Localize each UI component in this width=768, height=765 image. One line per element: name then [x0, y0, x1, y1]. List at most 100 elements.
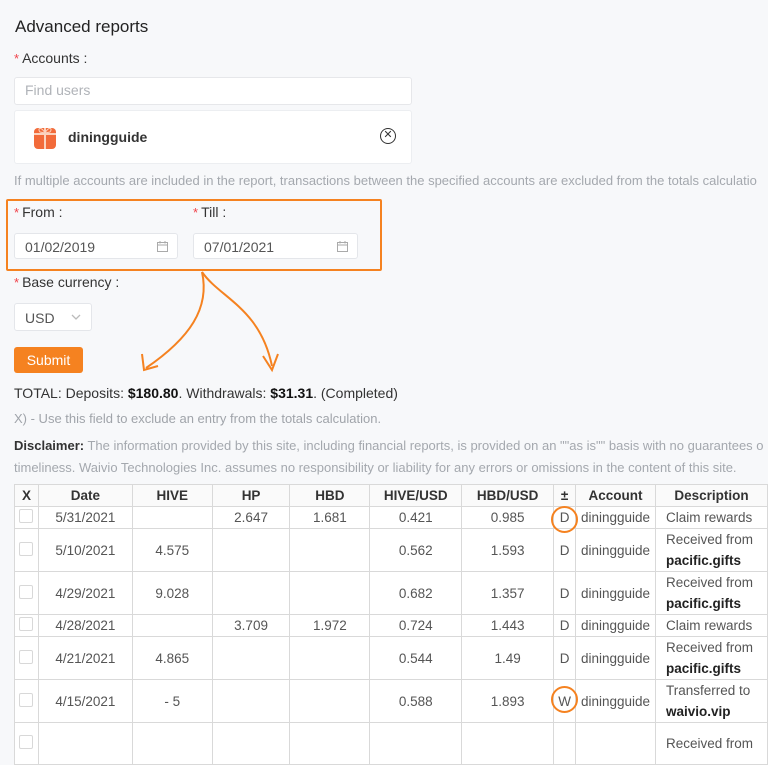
col-type: ± [553, 484, 577, 507]
col-date: Date [37, 484, 133, 507]
exclude-note: X) - Use this field to exclude an entry … [14, 411, 382, 426]
hive-usd-cell: 0.421 [369, 506, 463, 529]
col-exclude: X [14, 484, 39, 507]
exclude-checkbox-cell[interactable] [14, 571, 39, 615]
hp-cell [211, 528, 291, 572]
col-hp: HP [211, 484, 291, 507]
counterparty-name[interactable]: pacific.gifts [666, 550, 767, 571]
deposit-circle-annotation [551, 506, 578, 533]
accounts-label: * Accounts : [14, 50, 88, 66]
hbd-cell [289, 528, 371, 572]
accounts-hint: If multiple accounts are included in the… [14, 173, 757, 188]
from-label: * From : [14, 204, 63, 220]
hbd-usd-cell: 1.443 [461, 614, 555, 637]
description-cell: Transferred to waivio.vip [655, 679, 768, 723]
hp-cell: 3.709 [211, 614, 291, 637]
type-cell: D [553, 571, 577, 615]
find-users-input[interactable] [15, 78, 405, 102]
hp-cell: 2.647 [211, 506, 291, 529]
hbd-usd-cell: 1.893 [461, 679, 555, 723]
exclude-checkbox-cell[interactable] [14, 506, 39, 529]
hbd-usd-cell: 0.985 [461, 506, 555, 529]
exclude-checkbox-cell[interactable] [14, 679, 39, 723]
hbd-usd-cell: 1.593 [461, 528, 555, 572]
hbd-cell [289, 679, 371, 723]
description-cell: Received from pacific.gifts [655, 636, 768, 680]
date-cell: 4/15/2021 [37, 679, 133, 723]
hbd-cell: 1.681 [289, 506, 371, 529]
exclude-checkbox[interactable] [19, 541, 34, 556]
account-cell: diningguide [575, 506, 656, 529]
exclude-checkbox[interactable] [19, 509, 34, 523]
deposits-total: $180.80 [127, 385, 179, 401]
description-text: Received from [666, 640, 754, 655]
type-cell: D [553, 636, 577, 680]
counterparty-name[interactable]: pacific.gifts [666, 658, 767, 679]
hive-usd-cell: 0.588 [369, 679, 463, 723]
exclude-checkbox-cell[interactable] [14, 528, 39, 572]
exclude-checkbox[interactable] [19, 617, 34, 631]
account-cell: diningguide [575, 528, 656, 572]
table-row: 4/21/2021 4.865 0.544 1.49 Ddiningguide Recei… [14, 636, 768, 680]
description-cell: Received from pacific.gifts [655, 571, 768, 615]
exclude-checkbox-cell[interactable] [14, 614, 39, 637]
disclaimer: Disclaimer: The information provided by … [14, 438, 764, 475]
hive-cell: 4.865 [131, 636, 213, 680]
hive-cell [131, 614, 213, 637]
gift-avatar-icon [34, 127, 56, 149]
counterparty-name[interactable]: waivio.vip [666, 701, 767, 722]
table-row: 5/31/2021 2.647 1.681 0.421 0.985 Ddiningguid… [14, 506, 768, 529]
hive-usd-cell: 0.544 [369, 636, 463, 680]
description-text: Claim rewards [666, 510, 753, 525]
description-cell: Claim rewards [655, 614, 768, 637]
hive-cell: 9.028 [131, 571, 213, 615]
till-label: * Till : [193, 204, 227, 220]
col-hive: HIVE [131, 484, 213, 507]
col-account: Account [575, 484, 656, 507]
table-row: 4/29/2021 9.028 0.682 1.357 Ddiningguide Rece… [14, 571, 768, 615]
description-text: Claim rewards [666, 618, 753, 633]
from-date-value: 01/02/2019 [25, 239, 96, 255]
exclude-checkbox[interactable] [19, 692, 34, 707]
from-date-picker[interactable]: 01/02/2019 [14, 233, 178, 259]
exclude-checkbox[interactable] [19, 735, 34, 749]
calendar-icon [157, 241, 168, 252]
date-cell: 4/21/2021 [37, 636, 133, 680]
till-date-picker[interactable]: 07/01/2021 [193, 233, 358, 259]
calendar-icon [337, 241, 348, 252]
description-text: Received from [666, 575, 754, 590]
account-cell: diningguide [575, 571, 656, 615]
annotation-arrows [141, 271, 279, 373]
hbd-usd-cell: 1.357 [461, 571, 555, 615]
exclude-checkbox[interactable] [19, 649, 34, 664]
table-row: 4/28/2021 3.709 1.972 0.724 1.443 Ddiningguid… [14, 614, 768, 637]
hive-usd-cell: 0.724 [369, 614, 463, 637]
remove-account-close-icon[interactable]: ✕ [380, 128, 396, 144]
submit-button[interactable]: Submit [14, 347, 83, 373]
description-text: Transferred to [666, 683, 751, 698]
account-cell: diningguide [575, 679, 656, 723]
account-cell: diningguide [575, 636, 656, 680]
hive-usd-cell: 0.562 [369, 528, 463, 572]
date-cell: 4/28/2021 [37, 614, 133, 637]
chevron-down-icon [71, 314, 81, 320]
counterparty-name[interactable]: pacific.gifts [666, 593, 767, 614]
selected-account-card: diningguide ✕ [14, 110, 412, 164]
hbd-cell [289, 636, 371, 680]
till-date-value: 07/01/2021 [204, 239, 275, 255]
hive-usd-cell: 0.682 [369, 571, 463, 615]
withdrawal-circle-annotation [551, 686, 578, 713]
find-users-field[interactable] [14, 77, 412, 105]
hive-cell: 4.575 [131, 528, 213, 572]
date-cell: 5/31/2021 [37, 506, 133, 529]
exclude-checkbox-cell[interactable] [14, 636, 39, 680]
type-cell: D [553, 528, 577, 572]
col-hive-usd: HIVE/USD [369, 484, 463, 507]
base-currency-select[interactable]: USD [14, 303, 92, 331]
exclude-checkbox[interactable] [19, 584, 34, 599]
hive-cell: - 5 [131, 679, 213, 723]
report-table: X Date HIVE HP HBD HIVE/USD HBD/USD ± Ac… [14, 484, 768, 765]
hbd-cell [289, 571, 371, 615]
base-currency-label: * Base currency : [14, 274, 120, 290]
type-cell: D [553, 614, 577, 637]
